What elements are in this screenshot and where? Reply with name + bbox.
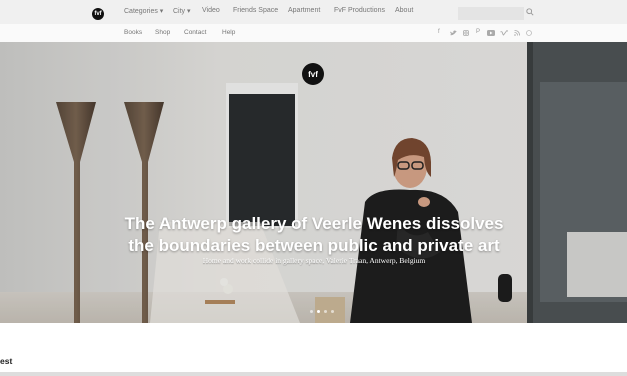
slider-dot-active[interactable]	[317, 310, 320, 313]
hero-subtitle: Home and work collide in gallery space, …	[202, 256, 426, 265]
nav-item-categories[interactable]: Categories ▾	[124, 7, 163, 15]
content-strip	[0, 372, 627, 376]
slider-dots	[310, 310, 334, 313]
nav-item-apartment[interactable]: Apartment	[288, 7, 320, 14]
top-navigation-bar: fvf Categories ▾ City ▾ Video Friends Sp…	[0, 0, 627, 24]
hero-title[interactable]: The Antwerp gallery of Veerle Wenes diss…	[100, 213, 528, 257]
logo[interactable]: fvf	[92, 8, 104, 20]
globe-icon[interactable]	[526, 30, 532, 36]
nav-item-video[interactable]: Video	[202, 7, 220, 14]
nav-item-city[interactable]: City ▾	[173, 7, 191, 15]
slider-dot[interactable]	[324, 310, 327, 313]
subnav-item-contact[interactable]: Contact	[184, 29, 206, 36]
pinterest-icon[interactable]: P	[476, 29, 480, 35]
subnav-item-help[interactable]: Help	[222, 29, 235, 36]
instagram-icon[interactable]	[463, 30, 469, 36]
logo-text: fvf	[94, 11, 102, 17]
nav-item-friends-space[interactable]: Friends Space	[233, 7, 278, 14]
hero-title-line-1: The Antwerp gallery of Veerle Wenes diss…	[124, 214, 504, 233]
twitter-icon[interactable]	[450, 30, 457, 36]
search-input[interactable]	[458, 7, 524, 20]
subnav-item-shop[interactable]: Shop	[155, 29, 170, 36]
vimeo-icon[interactable]	[500, 30, 508, 36]
rss-icon[interactable]	[514, 30, 520, 36]
nav-item-fvf-productions[interactable]: FvF Productions	[334, 7, 385, 14]
hero-badge-text: fvf	[308, 69, 318, 79]
search-icon[interactable]	[526, 8, 534, 16]
facebook-icon[interactable]: f	[438, 29, 440, 35]
hero-slider[interactable]: fvf The Antwerp gallery of Veerle Wenes …	[0, 42, 627, 323]
slider-dot[interactable]	[310, 310, 313, 313]
nav-item-about[interactable]: About	[395, 7, 413, 14]
hero-logo-badge: fvf	[302, 63, 324, 85]
slider-dot[interactable]	[331, 310, 334, 313]
hero-title-line-2: the boundaries between public and privat…	[128, 236, 500, 255]
section-heading: est	[0, 356, 13, 366]
youtube-icon[interactable]	[487, 30, 495, 36]
secondary-bar: Books Shop Contact Help f P	[0, 24, 627, 43]
subnav-item-books[interactable]: Books	[124, 29, 142, 36]
